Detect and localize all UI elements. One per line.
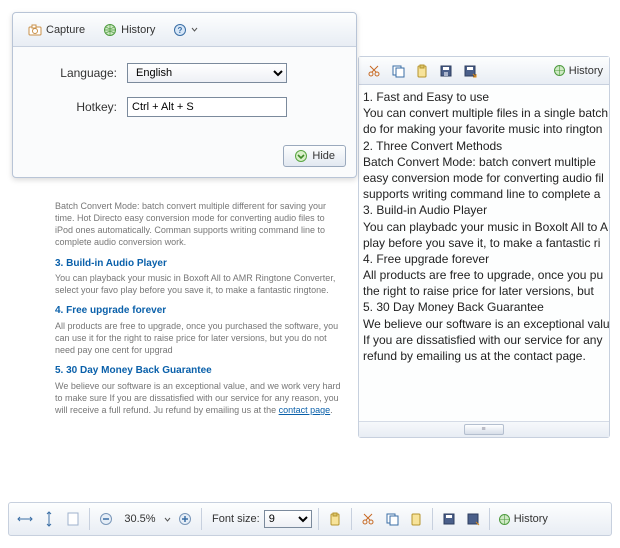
- background-document: Batch Convert Mode: batch convert multip…: [55, 200, 345, 416]
- language-select[interactable]: English: [127, 63, 287, 83]
- popup-toolbar: Capture History ?: [13, 13, 356, 47]
- right-line: We believe our software is an exceptiona…: [363, 316, 607, 332]
- right-line: All products are free to upgrade, once y…: [363, 267, 607, 283]
- right-line: You can convert multiple files in a sing…: [363, 105, 607, 121]
- save-as-icon-2[interactable]: [463, 509, 483, 529]
- right-line: play before you save it, to make a fanta…: [363, 235, 607, 251]
- bg-section-5-body: We believe our software is an exceptiona…: [55, 380, 345, 416]
- copy-icon-2[interactable]: [382, 509, 402, 529]
- page-icon[interactable]: [63, 509, 83, 529]
- right-line: the right to raise price for later versi…: [363, 283, 607, 299]
- down-arrow-icon: [294, 149, 308, 163]
- clipboard-icon[interactable]: [325, 509, 345, 529]
- bg-section-4-body: All products are free to upgrade, once y…: [55, 320, 345, 356]
- right-line: do for making your favorite music into r…: [363, 121, 607, 137]
- bg-section-3-body: You can playback your music in Boxoft Al…: [55, 272, 345, 296]
- right-toolbar: History: [359, 57, 609, 85]
- right-line: 4. Free upgrade forever: [363, 251, 607, 267]
- svg-text:?: ?: [178, 26, 183, 35]
- bg-section-3-title: 3. Build-in Audio Player: [55, 257, 345, 271]
- paste-icon-2[interactable]: [406, 509, 426, 529]
- right-line: refund by emailing us at the contact pag…: [363, 348, 607, 364]
- right-line: easy conversion mode for converting audi…: [363, 170, 607, 186]
- zoom-in-button[interactable]: [175, 509, 195, 529]
- help-icon: ?: [173, 23, 187, 37]
- history-button[interactable]: History: [96, 19, 162, 41]
- scroll-grip: ≡: [481, 426, 486, 433]
- right-body: 1. Fast and Easy to useYou can convert m…: [359, 85, 609, 421]
- fontsize-select[interactable]: 9: [264, 510, 312, 528]
- scissors-icon[interactable]: [365, 62, 383, 80]
- settings-popup: Capture History ? Language: English Hotk…: [12, 12, 357, 178]
- globe-icon: [103, 23, 117, 37]
- bottom-toolbar: 30.5% Font size: 9 History: [8, 502, 612, 536]
- contact-link[interactable]: contact page: [279, 405, 331, 415]
- bg-intro: Batch Convert Mode: batch convert multip…: [55, 200, 345, 249]
- chevron-down-icon[interactable]: [164, 516, 171, 523]
- hotkey-label: Hotkey:: [31, 100, 117, 114]
- copy-icon[interactable]: [389, 62, 407, 80]
- right-line: 5. 30 Day Money Back Guarantee: [363, 299, 607, 315]
- right-history-button[interactable]: History: [553, 64, 603, 77]
- right-line: 2. Three Convert Methods: [363, 138, 607, 154]
- bg-section-4-title: 4. Free upgrade forever: [55, 304, 345, 318]
- fit-height-button[interactable]: [39, 509, 59, 529]
- language-label: Language:: [31, 66, 117, 80]
- fit-width-button[interactable]: [15, 509, 35, 529]
- chevron-down-icon: [191, 26, 198, 33]
- right-line: If you are dissatisfied with our service…: [363, 332, 607, 348]
- help-button[interactable]: ?: [166, 19, 205, 41]
- cut-icon[interactable]: [358, 509, 378, 529]
- bottom-history-button[interactable]: History: [498, 513, 548, 526]
- camera-icon: [28, 23, 42, 37]
- right-line: Batch Convert Mode: batch convert multip…: [363, 154, 607, 170]
- globe-icon: [553, 64, 566, 77]
- right-line: 1. Fast and Easy to use: [363, 89, 607, 105]
- save-icon-2[interactable]: [439, 509, 459, 529]
- popup-body: Language: English Hotkey: Hide: [13, 47, 356, 177]
- capture-button[interactable]: Capture: [21, 19, 92, 41]
- right-panel: History 1. Fast and Easy to useYou can c…: [358, 56, 610, 438]
- save-icon[interactable]: [437, 62, 455, 80]
- right-line: 3. Build-in Audio Player: [363, 202, 607, 218]
- bottom-history-label: History: [514, 513, 548, 525]
- fontsize-label: Font size:: [212, 513, 260, 525]
- bg-section-5-title: 5. 30 Day Money Back Guarantee: [55, 364, 345, 378]
- paste-icon[interactable]: [413, 62, 431, 80]
- hide-button[interactable]: Hide: [283, 145, 346, 167]
- right-history-label: History: [569, 65, 603, 77]
- capture-label: Capture: [46, 24, 85, 36]
- hide-label: Hide: [312, 150, 335, 162]
- history-label: History: [121, 24, 155, 36]
- zoom-out-button[interactable]: [96, 509, 116, 529]
- right-line: supports writing command line to complet…: [363, 186, 607, 202]
- horizontal-scrollbar[interactable]: ≡: [359, 421, 609, 437]
- zoom-value: 30.5%: [120, 513, 160, 525]
- hotkey-input[interactable]: [127, 97, 287, 117]
- globe-icon: [498, 513, 511, 526]
- save-as-icon[interactable]: [461, 62, 479, 80]
- right-line: You can playbadc your music in Boxolt Al…: [363, 219, 607, 235]
